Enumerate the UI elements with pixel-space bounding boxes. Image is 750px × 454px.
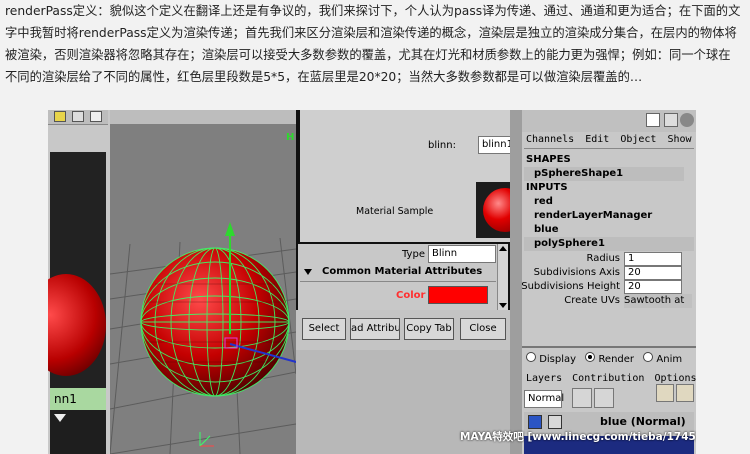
shapes-header: SHAPES (526, 154, 571, 165)
type-dropdown[interactable]: Blinn (428, 245, 496, 263)
layer-mode-row: Display Render Anim (526, 352, 682, 366)
channel-box-menu: Channels Edit Object Show (526, 134, 692, 145)
tool-icon[interactable] (680, 113, 694, 127)
layer-list (50, 410, 106, 454)
color-label: Color (396, 290, 426, 301)
attr-value-field[interactable]: 20 (624, 266, 682, 280)
channel-box: Channels Edit Object Show SHAPES pSphere… (521, 132, 696, 346)
layer-icon (528, 415, 542, 429)
attr-label: Subdivisions Axis (533, 267, 620, 278)
type-label: Type (402, 249, 425, 260)
radio-anim[interactable] (643, 352, 654, 362)
mode-anim-label: Anim (656, 354, 683, 365)
layer-tool-icon[interactable] (676, 384, 694, 402)
attr-label: Subdivisions Height (521, 281, 620, 292)
create-layer-icon[interactable] (572, 388, 592, 408)
viewport[interactable]: H (110, 124, 296, 454)
tool-icon[interactable] (54, 111, 66, 122)
article-line: 字中我暂时将renderPass定义为渲染传递；首先我们来区分渲染层和渲染传递的… (5, 26, 737, 40)
attr-value-field[interactable]: 1 (624, 252, 682, 266)
left-toolbar (48, 110, 108, 125)
sphere-thumbnail (48, 274, 106, 376)
left-panel: nn1 (48, 110, 108, 454)
render-thumbnail (48, 152, 106, 388)
menu-layers[interactable]: Layers (526, 373, 562, 384)
maya-screenshot: nn1 H blinn: blinn1 Material Sample Type… (48, 110, 696, 454)
watermark: MAYA特效吧 [www.linecg.com/tieba/1745] (460, 431, 696, 443)
close-button[interactable]: Close (460, 318, 506, 340)
collapse-arrow-icon[interactable] (304, 269, 312, 275)
menu-options[interactable]: Options (654, 373, 696, 384)
input-node[interactable]: renderLayerManager (534, 209, 652, 223)
layer-icon (548, 415, 562, 429)
selected-layer-row[interactable]: nn1 (50, 388, 106, 410)
attr-value-field[interactable]: Sawtooth at (624, 294, 692, 308)
article-line: 不同的渲染层给了不同的属性，红色层里段数是5*5，在蓝层里是20*20；当然大多… (5, 70, 643, 84)
channel-box-toolbar (522, 110, 696, 132)
color-swatch[interactable] (428, 286, 488, 304)
menu-contribution[interactable]: Contribution (572, 373, 644, 384)
viewport-toolbar (110, 110, 296, 125)
copy-tab-button[interactable]: Copy Tab (404, 318, 454, 340)
mode-render-label: Render (598, 354, 635, 365)
tool-icon[interactable] (72, 111, 84, 122)
attr-value-field[interactable]: 20 (624, 280, 682, 294)
menu-show[interactable]: Show (667, 134, 691, 145)
viewport-scene (110, 222, 296, 454)
section-header[interactable]: Common Material Attributes (300, 265, 496, 282)
scroll-up-icon[interactable] (499, 246, 507, 251)
menu-object[interactable]: Object (620, 134, 656, 145)
attr-label: Create UVs (564, 295, 620, 306)
attr-label: Radius (586, 253, 620, 264)
panel-divider[interactable] (510, 110, 522, 454)
input-node[interactable]: red (534, 195, 553, 209)
tool-icon[interactable] (90, 111, 102, 122)
menu-channels[interactable]: Channels (526, 134, 574, 145)
menu-edit[interactable]: Edit (585, 134, 609, 145)
mode-display-label: Display (539, 354, 577, 365)
article-line: 被渲染，否则渲染器将忽略其存在；渲染层可以接受大多数参数的覆盖，尤其在灯光和材质… (5, 48, 731, 62)
section-title: Common Material Attributes (322, 266, 483, 277)
tool-icon[interactable] (646, 113, 660, 127)
input-node[interactable]: polySphere1 (524, 237, 694, 251)
radio-render[interactable] (585, 352, 596, 362)
article-line: renderPass定义：貌似这个定义在翻译上还是有争议的，我们来探讨下，个人认… (5, 4, 741, 18)
scrollbar[interactable] (497, 244, 508, 310)
shape-node[interactable]: pSphereShape1 (524, 167, 684, 181)
radio-display[interactable] (526, 352, 536, 362)
sphere-mesh (140, 247, 290, 397)
article-text: renderPass定义：貌似这个定义在翻译上还是有争议的，我们来探讨下，个人认… (5, 0, 747, 88)
material-sample-label: Material Sample (356, 206, 434, 217)
blend-mode-dropdown[interactable]: Normal (524, 390, 564, 408)
layer-name: blue (Normal) (600, 415, 686, 428)
inputs-header: INPUTS (526, 182, 568, 193)
axis-h-label: H (286, 132, 295, 143)
select-button[interactable]: Select (302, 318, 346, 340)
scroll-down-icon[interactable] (499, 303, 507, 308)
tool-icon[interactable] (664, 113, 678, 127)
arrow-icon (54, 414, 66, 422)
input-node[interactable]: blue (534, 223, 559, 237)
load-attributes-button[interactable]: ad Attribut (350, 318, 400, 340)
create-layer-selected-icon[interactable] (594, 388, 614, 408)
node-label: blinn: (428, 140, 456, 151)
layer-tool-icon[interactable] (656, 384, 674, 402)
